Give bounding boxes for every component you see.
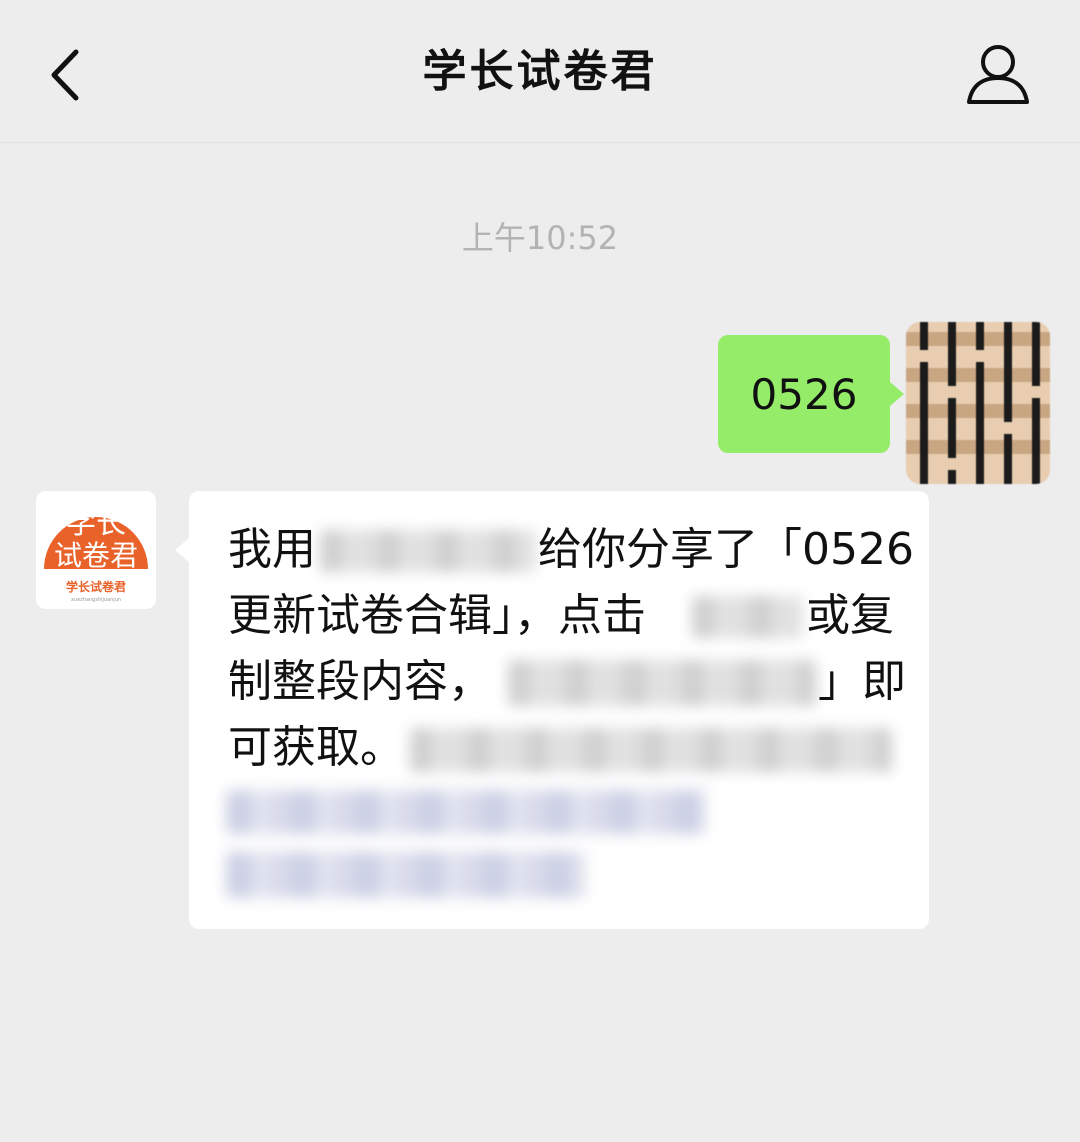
back-button[interactable] <box>40 40 100 110</box>
message-line-3-end: 」即 <box>818 656 906 707</box>
avatar-caption: 学长试卷君 <box>66 579 126 594</box>
avatar-text-line2: 试卷君 <box>54 539 138 572</box>
message-line-4-start: 可获取。 <box>228 722 404 773</box>
person-icon <box>967 45 1029 104</box>
message-line-1-start: 我用 <box>228 524 316 575</box>
redacted-link[interactable] <box>692 596 802 638</box>
sent-bubble-tail <box>890 382 904 406</box>
chevron-left-icon <box>51 49 79 101</box>
sender-avatar[interactable]: 学长 试卷君 学长试卷君 xuezhangshijuanjun <box>36 491 156 609</box>
sender-logo: 学长 试卷君 学长试卷君 xuezhangshijuanjun <box>44 506 148 603</box>
sent-message-bubble[interactable]: 0526 <box>718 335 890 453</box>
message-line-2-end: 或复 <box>806 590 894 641</box>
chat-title: 学长试卷君 <box>422 46 658 97</box>
message-timestamp: 上午10:52 <box>461 219 619 257</box>
message-line-2-start: 更新试卷合辑」，点击 <box>228 590 646 641</box>
chat-info-button[interactable] <box>964 40 1032 108</box>
avatar-text-line1: 学长 <box>66 506 126 541</box>
avatar-subcaption: xuezhangshijuanjun <box>71 597 121 603</box>
chat-header: 学长试卷君 <box>0 0 1080 143</box>
redacted-code-1 <box>410 728 892 772</box>
message-line-3-start: 制整段内容， <box>228 656 492 707</box>
received-bubble-tail <box>175 538 189 562</box>
sent-message-text: 0526 <box>750 369 858 419</box>
pixelated-avatar-image <box>906 322 1050 484</box>
my-avatar[interactable] <box>906 322 1050 484</box>
redacted-code-3 <box>226 852 586 898</box>
redacted-instruction <box>508 660 816 706</box>
redacted-code-2 <box>226 790 706 834</box>
message-line-1-end: 给你分享了「0526 <box>538 524 914 575</box>
redacted-app-name <box>320 530 536 572</box>
